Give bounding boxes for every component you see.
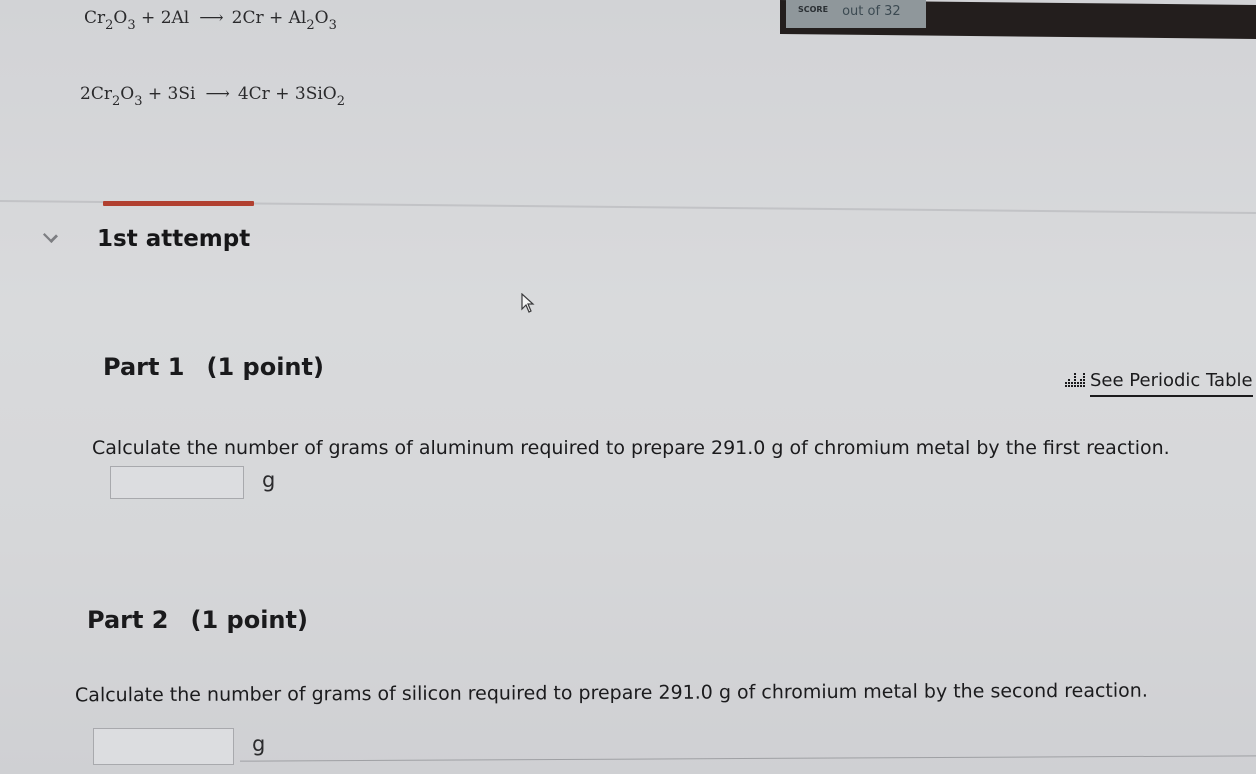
plus-sign: + [269,84,295,104]
reaction-arrow-icon: ⟶ [199,8,223,28]
attempt-title: 1st attempt [97,226,251,252]
part-2-title: Part 2 [87,606,169,634]
part-2-answer-row: g [93,728,265,765]
chevron-down-icon[interactable] [42,227,59,243]
product: Al2O3 [288,8,337,33]
part-1-title: Part 1 [103,353,185,381]
see-periodic-table-label[interactable]: See Periodic Table [1090,370,1253,397]
part-2-header: Part 2 (1 point) [87,606,308,634]
part-1-question: Calculate the number of grams of aluminu… [92,437,1170,459]
product: 3SiO2 [294,84,345,109]
reactant: 2Cr2O3 [80,84,143,109]
periodic-table-icon [1065,372,1085,387]
attempt-toggle[interactable]: 1st attempt [42,226,250,252]
product: 4Cr [237,84,270,104]
plus-sign: + [263,8,289,28]
mouse-cursor-icon [521,293,535,313]
part-2-unit: g [252,731,266,756]
see-periodic-table-link[interactable]: See Periodic Table [1064,364,1253,397]
equation-2: 2Cr2O3 + 3Si ⟶ 4Cr + 3SiO2 [80,84,345,109]
part-1-answer-input[interactable] [110,466,244,499]
part-2-question: Calculate the number of grams of silicon… [74,679,1148,707]
part-2-points: (1 point) [190,606,308,634]
part-1-points: (1 point) [206,353,324,381]
equation-1: Cr2O3 + 2Al ⟶ 2Cr + Al2O3 [84,8,337,33]
plus-sign: + [142,84,168,104]
score-total: out of 32 [842,3,901,19]
reactant: 3Si [167,84,196,104]
part-1-header: Part 1 (1 point) [103,353,324,381]
part-1-answer-row: g [110,466,275,499]
product: 2Cr [231,8,264,28]
score-label: SCORE [798,4,829,14]
reaction-arrow-icon: ⟶ [205,84,229,104]
reactant: Cr2O3 [84,8,136,33]
attempt-accent-bar [103,201,254,206]
part-1-unit: g [262,467,276,492]
part-2-answer-input[interactable] [93,728,234,765]
score-box: SCORE out of 32 [786,0,926,28]
plus-sign: + [135,8,161,28]
reactant: 2Al [160,8,190,28]
bottom-divider [240,755,1256,762]
